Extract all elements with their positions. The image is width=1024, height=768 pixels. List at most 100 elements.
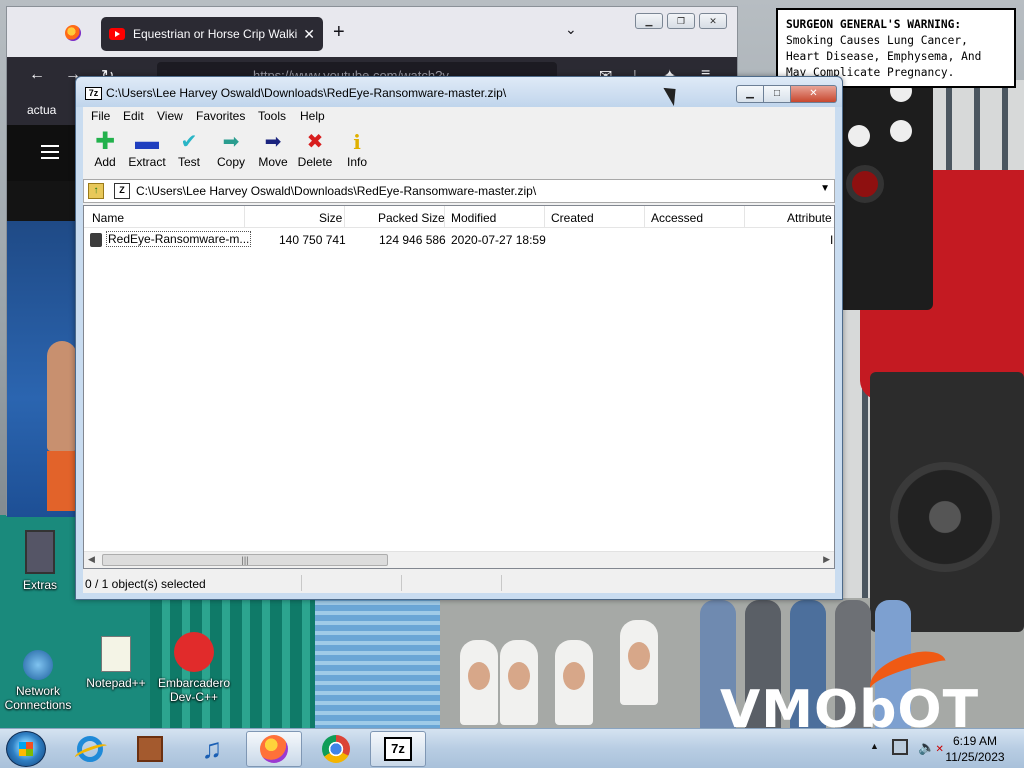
maximize-button[interactable]: □ bbox=[764, 85, 791, 103]
tab-strip: Equestrian or Horse Crip Walking ✕ + ⌄ ▁… bbox=[7, 7, 737, 57]
taskbar-firefox[interactable] bbox=[246, 731, 302, 767]
start-button[interactable] bbox=[6, 731, 46, 767]
file-list[interactable]: Name Size Packed Size Modified Created A… bbox=[83, 205, 835, 569]
delete-button[interactable]: ✖ Delete bbox=[293, 131, 337, 169]
column-size[interactable]: Size bbox=[319, 211, 342, 225]
move-button[interactable]: ➡ Move bbox=[251, 131, 295, 169]
add-button[interactable]: ✚ Add bbox=[83, 128, 127, 170]
cell-size: 140 750 741 bbox=[279, 233, 346, 247]
hamburger-menu-icon[interactable] bbox=[41, 145, 59, 159]
scroll-thumb[interactable]: ||| bbox=[102, 554, 388, 566]
minimize-button[interactable]: ▁ bbox=[635, 13, 663, 29]
clock-time: 6:19 AM bbox=[952, 734, 998, 748]
test-button[interactable]: ✔ Test bbox=[167, 131, 211, 169]
copy-arrow-icon: ➡ bbox=[222, 131, 240, 153]
scroll-left-icon[interactable]: ◀ bbox=[88, 554, 95, 565]
sevenzip-icon: 7z bbox=[384, 737, 412, 761]
network-icon bbox=[23, 650, 53, 680]
firefox-icon[interactable] bbox=[65, 25, 81, 41]
network-tray-icon[interactable] bbox=[892, 739, 908, 755]
folder-up-icon[interactable]: ↑ bbox=[88, 183, 104, 199]
warning-heading: SURGEON GENERAL'S WARNING: bbox=[786, 18, 962, 31]
menu-tools[interactable]: Tools bbox=[258, 109, 286, 123]
close-button[interactable]: ✕ bbox=[791, 85, 837, 103]
close-button[interactable]: ✕ bbox=[699, 13, 727, 29]
copy-button[interactable]: ➡ Copy bbox=[209, 131, 253, 169]
column-name[interactable]: Name bbox=[92, 211, 124, 225]
extract-button[interactable]: ▬ Extract bbox=[125, 130, 169, 170]
file-icon bbox=[90, 233, 102, 247]
test-label: Test bbox=[177, 155, 200, 169]
wallpaper-blue-building bbox=[315, 595, 445, 728]
wallpaper-toilet bbox=[500, 640, 538, 725]
x-icon: ✖ bbox=[306, 131, 324, 153]
wallpaper-speaker-head bbox=[838, 70, 933, 310]
system-clock[interactable]: 6:19 AM 11/25/2023 bbox=[940, 733, 1010, 765]
cell-modified: 2020-07-27 18:59 bbox=[451, 233, 546, 247]
check-icon: ✔ bbox=[180, 131, 198, 153]
info-icon: i bbox=[353, 130, 361, 154]
title-bar[interactable]: 7z C:\Users\Lee Harvey Oswald\Downloads\… bbox=[76, 77, 842, 107]
close-tab-icon[interactable]: ✕ bbox=[303, 26, 315, 43]
back-icon[interactable]: ← bbox=[29, 66, 45, 84]
taskbar: ♫ 7z ▲ 🔈✕ 6:19 AM 11/25/2023 bbox=[0, 728, 1024, 768]
show-hidden-icons-icon[interactable]: ▲ bbox=[870, 741, 879, 751]
dev-cpp-icon bbox=[174, 632, 214, 672]
table-row[interactable]: RedEye-Ransomware-m... 140 750 741 124 9… bbox=[84, 230, 834, 250]
firefox-icon bbox=[260, 735, 288, 763]
taskbar-sevenzip[interactable]: 7z bbox=[370, 731, 426, 767]
bookmark-item[interactable]: actua bbox=[27, 103, 56, 117]
column-attributes[interactable]: Attribute bbox=[787, 211, 832, 225]
cell-packed-size: 124 946 586 bbox=[379, 233, 446, 247]
extract-label: Extract bbox=[128, 155, 166, 169]
wallpaper-toilet bbox=[555, 640, 593, 725]
column-header: Name Size Packed Size Modified Created A… bbox=[84, 206, 834, 228]
clock-date: 11/25/2023 bbox=[945, 750, 1005, 764]
browser-window-controls: ▁ ❐ ✕ bbox=[635, 13, 727, 29]
tab-youtube[interactable]: Equestrian or Horse Crip Walking ✕ bbox=[101, 17, 323, 51]
taskbar-music[interactable]: ♫ bbox=[184, 731, 240, 767]
taskbar-media-player[interactable] bbox=[122, 731, 178, 767]
new-tab-icon[interactable]: + bbox=[333, 21, 345, 44]
list-tabs-chevron-icon[interactable]: ⌄ bbox=[565, 21, 577, 38]
desktop-icon-label: Extras bbox=[22, 578, 57, 592]
sevenzip-window[interactable]: 7z C:\Users\Lee Harvey Oswald\Downloads\… bbox=[75, 76, 843, 600]
desktop-icon-dev-cpp[interactable]: Embarcadero Dev-C++ bbox=[156, 632, 232, 704]
cell-name: RedEye-Ransomware-m... bbox=[106, 231, 252, 247]
taskbar-chrome[interactable] bbox=[308, 731, 364, 767]
address-dropdown-icon[interactable]: ▼ bbox=[820, 183, 830, 194]
window-client: File Edit View Favorites Tools Help ✚ Ad… bbox=[83, 107, 835, 593]
info-button[interactable]: i Info bbox=[335, 131, 379, 169]
menu-favorites[interactable]: Favorites bbox=[196, 109, 245, 123]
column-accessed[interactable]: Accessed bbox=[651, 211, 703, 225]
scroll-right-icon[interactable]: ▶ bbox=[823, 554, 830, 565]
menu-view[interactable]: View bbox=[157, 109, 183, 123]
desktop-icon-network-connections[interactable]: Network Connections bbox=[0, 636, 76, 712]
move-arrow-icon: ➡ bbox=[264, 131, 282, 153]
desktop-icon-label: Notepad++ bbox=[86, 676, 146, 690]
desktop-icon-extras[interactable]: Extras bbox=[2, 530, 78, 592]
minimize-button[interactable]: ▁ bbox=[736, 85, 764, 103]
move-label: Move bbox=[258, 155, 288, 169]
taskbar-internet-explorer[interactable] bbox=[62, 731, 118, 767]
archive-icon: Z bbox=[114, 183, 130, 199]
copy-label: Copy bbox=[216, 155, 245, 169]
cell-attributes: I bbox=[830, 233, 834, 247]
window-title: C:\Users\Lee Harvey Oswald\Downloads\Red… bbox=[106, 86, 507, 100]
column-modified[interactable]: Modified bbox=[451, 211, 496, 225]
horizontal-scrollbar[interactable]: ◀ ||| ▶ bbox=[84, 551, 834, 568]
column-created[interactable]: Created bbox=[551, 211, 594, 225]
menu-edit[interactable]: Edit bbox=[123, 109, 144, 123]
media-player-icon bbox=[137, 736, 163, 762]
maximize-button[interactable]: ❐ bbox=[667, 13, 695, 29]
notepad-plus-plus-icon bbox=[101, 636, 131, 672]
warning-body: Smoking Causes Lung Cancer, Heart Diseas… bbox=[786, 34, 982, 79]
column-packed-size[interactable]: Packed Size bbox=[378, 211, 445, 225]
add-label: Add bbox=[94, 155, 116, 169]
menu-help[interactable]: Help bbox=[300, 109, 325, 123]
tab-title: Equestrian or Horse Crip Walking bbox=[133, 27, 298, 41]
plus-icon: ✚ bbox=[94, 128, 116, 155]
address-bar[interactable]: ↑ Z C:\Users\Lee Harvey Oswald\Downloads… bbox=[83, 179, 835, 203]
menu-file[interactable]: File bbox=[91, 109, 110, 123]
desktop-icon-notepad-plus-plus[interactable]: Notepad++ bbox=[78, 636, 154, 690]
